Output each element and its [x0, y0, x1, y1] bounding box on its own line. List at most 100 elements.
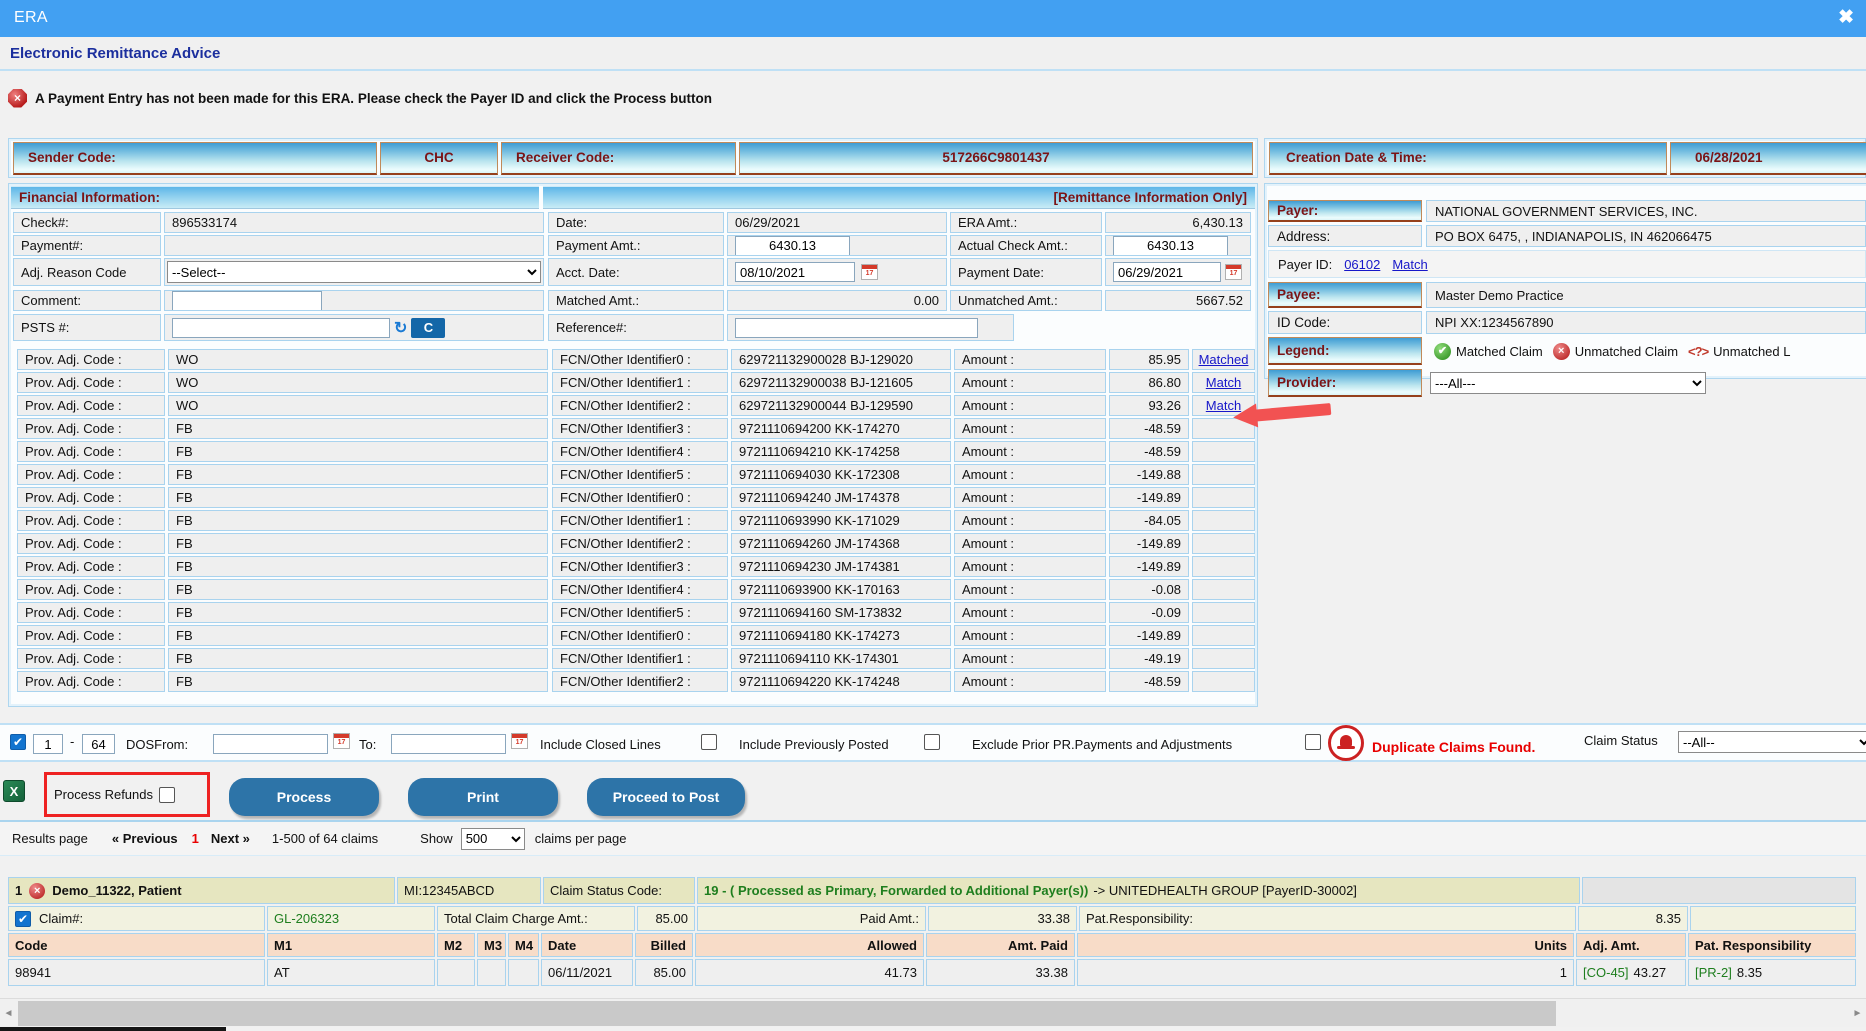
dos-to-calendar-icon[interactable] — [511, 733, 528, 749]
match-cell — [1192, 602, 1255, 623]
match-cell — [1192, 510, 1255, 531]
acct-date-input[interactable] — [735, 262, 855, 282]
claim-checkbox[interactable] — [15, 911, 31, 927]
comment-input[interactable] — [172, 291, 322, 311]
dos-from-input[interactable] — [213, 734, 328, 754]
sender-receiver-panel: Sender Code: CHC Receiver Code: 517266C9… — [8, 138, 1258, 178]
scrollbar-thumb[interactable] — [18, 1001, 1556, 1026]
era-amt-label: ERA Amt.: — [950, 212, 1102, 233]
psts-label: PSTS #: — [13, 314, 161, 341]
include-closed-checkbox[interactable] — [701, 734, 717, 750]
actual-check-amt-input[interactable] — [1113, 236, 1228, 256]
scroll-right-icon[interactable]: ► — [1849, 999, 1866, 1028]
claim-status-green: 19 - ( Processed as Primary, Forwarded t… — [704, 883, 1088, 898]
horizontal-scrollbar[interactable]: ◄ ► — [0, 998, 1866, 1027]
prov-adjustment-row: Prov. Adj. Code : FB FCN/Other Identifie… — [17, 510, 1255, 531]
payment-date-input[interactable] — [1113, 262, 1221, 282]
claim-number-cell: Claim#: — [8, 906, 265, 931]
line-pr-value: 8.35 — [1737, 965, 1762, 980]
check-label: Check#: — [13, 212, 161, 233]
prov-adjustment-row: Prov. Adj. Code : WO FCN/Other Identifie… — [17, 395, 1255, 416]
fcn-identifier-value: 629721132900038 BJ-121605 — [731, 372, 951, 393]
line-billed: 85.00 — [635, 959, 693, 986]
dos-from-calendar-icon[interactable] — [333, 733, 350, 749]
payee-label: Payee: — [1268, 282, 1422, 308]
acct-date-calendar-icon[interactable] — [861, 264, 878, 280]
line-code: 98941 — [8, 959, 265, 986]
include-posted-checkbox[interactable] — [924, 734, 940, 750]
prov-adj-code-value: WO — [168, 349, 548, 370]
dos-to-input[interactable] — [391, 734, 506, 754]
scroll-left-icon[interactable]: ◄ — [0, 999, 17, 1028]
payer-id-label: Payer ID: — [1272, 257, 1332, 272]
financial-panel: Financial Information: [Remittance Infor… — [8, 183, 1258, 707]
amount-label: Amount : — [954, 372, 1106, 393]
line-m4 — [508, 959, 539, 986]
claim-number-value[interactable]: GL-206323 — [267, 906, 435, 931]
amount-label: Amount : — [954, 579, 1106, 600]
adj-reason-select[interactable]: --Select-- — [167, 261, 541, 283]
address-label: Address: — [1268, 225, 1422, 247]
payer-id-match-link[interactable]: Match — [1392, 257, 1427, 272]
col-m2: M2 — [437, 933, 475, 957]
proceed-to-post-button[interactable]: Proceed to Post — [587, 778, 745, 816]
process-refunds-checkbox[interactable] — [159, 787, 175, 803]
prov-adj-code-label: Prov. Adj. Code : — [17, 579, 165, 600]
exclude-prior-checkbox[interactable] — [1305, 734, 1321, 750]
per-page-select[interactable]: 500 — [461, 828, 525, 850]
per-page-label: claims per page — [535, 831, 627, 846]
export-excel-icon[interactable]: X — [3, 780, 25, 802]
previous-page-link[interactable]: « Previous — [112, 831, 178, 846]
prov-adjustment-row: Prov. Adj. Code : FB FCN/Other Identifie… — [17, 464, 1255, 485]
match-cell — [1192, 671, 1255, 692]
prov-adj-code-value: FB — [168, 464, 548, 485]
prov-adj-code-label: Prov. Adj. Code : — [17, 625, 165, 646]
creation-date-panel: Creation Date & Time: 06/28/2021 — [1264, 138, 1866, 178]
match-link[interactable]: Match — [1206, 375, 1241, 390]
process-button[interactable]: Process — [229, 778, 379, 816]
dos-to-label: To: — [359, 737, 376, 752]
next-page-link[interactable]: Next » — [211, 831, 250, 846]
close-icon[interactable]: ✖ — [1838, 6, 1854, 29]
prov-adj-code-value: WO — [168, 395, 548, 416]
select-all-checkbox[interactable] — [10, 734, 26, 750]
line-adj-code: [CO-45] — [1583, 965, 1629, 980]
match-cell — [1192, 533, 1255, 554]
paid-amt-label: Paid Amt.: — [697, 906, 926, 931]
provider-select[interactable]: ---All--- — [1430, 372, 1706, 394]
c-button[interactable]: C — [411, 318, 445, 338]
fcn-identifier-label: FCN/Other Identifier3 : — [552, 418, 728, 439]
prov-adjustment-row: Prov. Adj. Code : WO FCN/Other Identifie… — [17, 372, 1255, 393]
fcn-identifier-label: FCN/Other Identifier5 : — [552, 464, 728, 485]
amount-value: 85.95 — [1109, 349, 1189, 370]
col-adj-amt: Adj. Amt. — [1576, 933, 1686, 957]
date-value: 06/29/2021 — [727, 212, 947, 233]
prov-adjustment-row: Prov. Adj. Code : FB FCN/Other Identifie… — [17, 441, 1255, 462]
range-start-input[interactable] — [33, 734, 63, 754]
id-code-value: NPI XX:1234567890 — [1426, 311, 1866, 334]
fcn-identifier-label: FCN/Other Identifier5 : — [552, 602, 728, 623]
payer-id-link[interactable]: 06102 — [1344, 257, 1380, 272]
amount-value: -0.08 — [1109, 579, 1189, 600]
line-allowed: 41.73 — [695, 959, 924, 986]
actual-check-amt-label: Actual Check Amt.: — [950, 235, 1102, 256]
payment-amt-input[interactable] — [735, 236, 850, 256]
print-button[interactable]: Print — [408, 778, 558, 816]
match-link[interactable]: Matched — [1199, 352, 1249, 367]
sender-code-label: Sender Code: — [13, 142, 377, 175]
payment-date-calendar-icon[interactable] — [1225, 264, 1242, 280]
fcn-identifier-value: 9721110693990 KK-171029 — [731, 510, 951, 531]
reference-input[interactable] — [735, 318, 978, 338]
claims-range: 1-500 of 64 claims — [272, 831, 378, 846]
refresh-icon[interactable]: ↻ — [394, 318, 407, 338]
prov-adj-code-label: Prov. Adj. Code : — [17, 602, 165, 623]
claim-status-select[interactable]: --All-- — [1678, 731, 1866, 753]
range-end-input[interactable] — [82, 734, 115, 754]
pagination-bar: Results page « Previous 1 Next » 1-500 o… — [0, 820, 1866, 856]
creation-date-label: Creation Date & Time: — [1269, 142, 1667, 175]
member-id: MI:12345ABCD — [397, 877, 541, 904]
prov-adj-code-label: Prov. Adj. Code : — [17, 487, 165, 508]
psts-input[interactable] — [172, 318, 390, 338]
fcn-identifier-value: 9721110694160 SM-173832 — [731, 602, 951, 623]
amount-label: Amount : — [954, 533, 1106, 554]
